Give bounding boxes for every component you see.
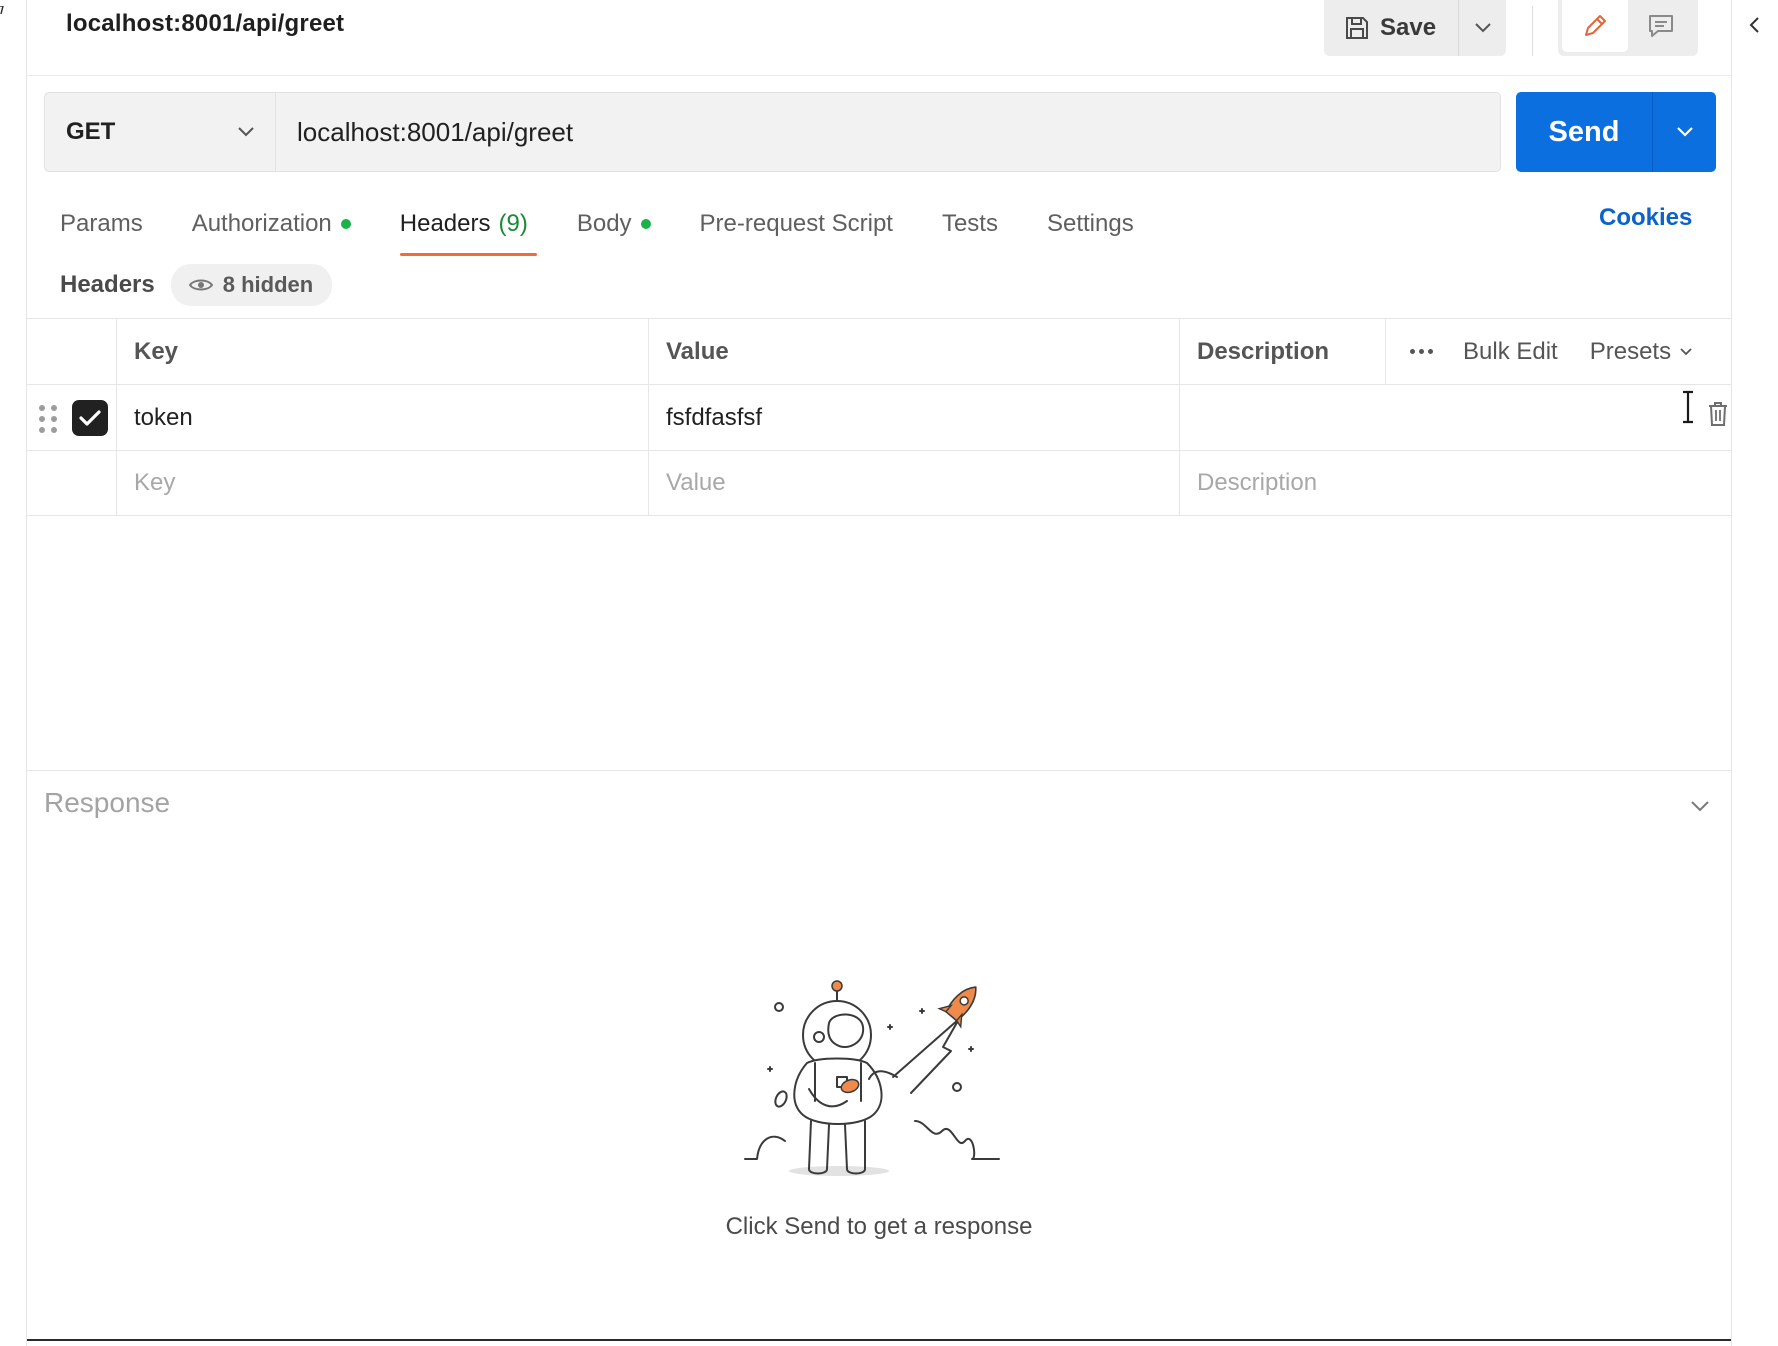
request-title-bar: localhost:8001/api/greet Save [27, 0, 1731, 76]
request-editor: localhost:8001/api/greet Save GET localh… [27, 0, 1731, 1346]
drag-handle-icon[interactable] [39, 405, 57, 433]
text-cursor-icon [1683, 390, 1693, 424]
astronaut-rocket-illustration [744, 980, 1000, 1176]
more-options-icon[interactable] [1410, 349, 1433, 354]
tab-body[interactable]: Body [577, 200, 651, 248]
status-dot [340, 219, 351, 229]
tab-authorization[interactable]: Authorization [192, 200, 351, 248]
new-key-input[interactable]: Key [117, 451, 649, 515]
sidebar-edge-mark [0, 6, 4, 15]
toolbar-divider [1532, 6, 1533, 56]
row-controls [27, 451, 117, 515]
new-description-input[interactable]: Description [1180, 451, 1731, 515]
headers-count: (9) [498, 210, 528, 237]
pencil-icon [1585, 15, 1606, 36]
method-select[interactable]: GET [45, 93, 276, 171]
tab-params[interactable]: Params [60, 200, 143, 248]
tab-label: Params [60, 210, 143, 237]
active-tab-indicator [399, 253, 537, 256]
bulk-edit-button[interactable]: Bulk Edit [1463, 338, 1558, 366]
right-sidebar-edge [1731, 0, 1778, 1346]
send-options-button[interactable] [1652, 92, 1716, 172]
trash-icon[interactable] [1707, 401, 1729, 427]
tab-settings[interactable]: Settings [1047, 200, 1134, 248]
table-header-spacer [27, 319, 117, 384]
row-enabled-checkbox[interactable] [72, 400, 108, 436]
tab-tests[interactable]: Tests [942, 200, 998, 248]
table-header-row: Key Value Description Bulk Edit Presets [27, 318, 1731, 384]
tab-label: Tests [941, 210, 998, 237]
tab-label: Authorization [191, 210, 332, 237]
column-header-description: Description [1180, 319, 1386, 384]
presets-dropdown[interactable]: Presets [1590, 338, 1693, 366]
hidden-headers-toggle[interactable]: 8 hidden [170, 264, 333, 306]
panel-bottom-border [27, 1339, 1731, 1341]
save-label: Save [1380, 14, 1437, 41]
chevron-down-icon [1474, 23, 1491, 33]
save-options-button[interactable] [1458, 0, 1506, 56]
column-header-value: Value [649, 319, 1180, 384]
headers-section-label: Headers [60, 271, 155, 298]
header-key-cell[interactable]: token [117, 385, 649, 450]
empty-response-message: Click Send to get a response [725, 1213, 1033, 1240]
table-row-new: Key Value Description [27, 450, 1731, 516]
tab-label: Pre-request Script [699, 210, 893, 237]
header-value-cell[interactable]: fsfdfasfsf [649, 385, 1180, 450]
hidden-headers-label: 8 hidden [222, 272, 314, 297]
response-title: Response [44, 787, 171, 818]
new-value-input[interactable]: Value [649, 451, 1180, 515]
eye-icon [188, 279, 213, 291]
tab-headers[interactable]: Headers (9) [399, 200, 537, 256]
cookies-link[interactable]: Cookies [1599, 204, 1692, 232]
request-url-bar: GET [44, 92, 1501, 172]
chevron-down-icon[interactable] [1689, 795, 1711, 817]
table-row: token fsfdfasfsf [27, 384, 1731, 450]
presets-label: Presets [1589, 337, 1672, 365]
view-mode-toggle [1558, 0, 1698, 56]
response-panel: Response Click Send to get a response [27, 770, 1731, 1346]
url-input[interactable] [276, 93, 1500, 171]
comments-button[interactable] [1628, 0, 1694, 52]
chevron-down-icon [1680, 347, 1692, 355]
chevron-down-icon [238, 127, 254, 137]
column-header-description-cell: Description Bulk Edit Presets [1180, 319, 1731, 384]
request-title[interactable]: localhost:8001/api/greet [66, 10, 344, 38]
row-controls [27, 385, 117, 450]
tab-label: Headers [399, 210, 491, 237]
chevron-down-icon [1676, 127, 1693, 137]
comment-icon [1649, 15, 1673, 37]
request-tabs: Params Authorization Headers (9) Body Pre… [60, 200, 1183, 256]
edit-mode-button[interactable] [1562, 0, 1628, 52]
tab-label: Settings [1046, 210, 1134, 237]
send-button[interactable]: Send [1516, 92, 1652, 172]
save-button[interactable]: Save [1324, 0, 1458, 56]
headers-table: Key Value Description Bulk Edit Presets [27, 318, 1731, 516]
save-button-group: Save [1324, 0, 1507, 56]
method-label: GET [66, 118, 116, 145]
left-sidebar-edge [0, 0, 27, 1346]
header-description-cell[interactable] [1180, 385, 1731, 450]
headers-subheader: Headers 8 hidden [60, 264, 333, 306]
table-actions: Bulk Edit Presets [1386, 338, 1693, 366]
save-icon [1346, 17, 1368, 39]
checkmark-icon [79, 410, 101, 426]
send-button-group: Send [1516, 92, 1716, 172]
tab-pre-request-script[interactable]: Pre-request Script [700, 200, 893, 248]
tab-label: Body [576, 210, 632, 237]
status-dot [640, 219, 651, 229]
column-header-key: Key [117, 319, 649, 384]
chevron-left-icon[interactable] [1744, 14, 1766, 36]
